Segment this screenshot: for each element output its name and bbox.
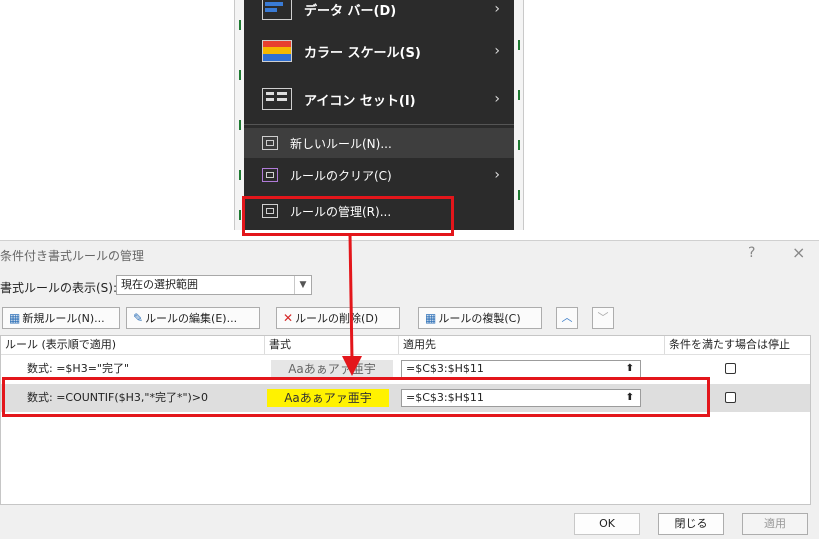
chevron-right-icon: › <box>494 1 500 17</box>
chevron-right-icon: › <box>494 167 500 183</box>
menu-item-icon-set[interactable]: アイコン セット(I) › <box>244 76 514 122</box>
move-up-button[interactable]: ︿ <box>556 307 578 329</box>
menu-item-color-scale[interactable]: カラー スケール(S) › <box>244 28 514 74</box>
chevron-right-icon: › <box>494 91 500 107</box>
new-rule-label: 新規ルール(N)... <box>22 312 105 325</box>
chevron-down-icon: ﹀ <box>597 311 609 324</box>
worksheet-edge-right <box>514 0 524 230</box>
apply-button[interactable]: 適用 <box>742 513 808 535</box>
chevron-right-icon: › <box>494 43 500 59</box>
annotation-arrow <box>342 233 362 376</box>
help-button[interactable]: ? <box>748 245 755 261</box>
new-rule-icon <box>262 136 278 150</box>
dialog-title: 条件付き書式ルールの管理 <box>0 249 145 263</box>
new-rule-button[interactable]: ▦ 新規ルール(N)... <box>2 307 120 329</box>
edit-rule-label: ルールの編集(E)... <box>145 312 238 325</box>
chevron-up-icon: ︿ <box>561 311 573 324</box>
edit-rule-icon: ✎ <box>133 311 144 325</box>
scope-select[interactable]: 現在の選択範囲 ▼ <box>116 275 312 295</box>
menu-item-label: カラー スケール(S) <box>304 45 421 61</box>
close-icon[interactable]: × <box>792 243 805 262</box>
column-header-stop-if-true: 条件を満たす場合は停止 <box>665 336 810 354</box>
clear-rules-icon <box>262 168 278 182</box>
scope-label: 書式ルールの表示(S): <box>0 281 118 295</box>
menu-item-clear-rules[interactable]: ルールのクリア(C) › <box>244 160 514 190</box>
stop-if-true-checkbox[interactable] <box>725 392 736 403</box>
icon-set-icon <box>262 88 292 110</box>
stop-if-true-checkbox[interactable] <box>725 363 736 374</box>
edit-rule-button[interactable]: ✎ ルールの編集(E)... <box>126 307 260 329</box>
menu-item-label: データ バー(D) <box>304 3 397 19</box>
data-bar-icon <box>262 0 292 20</box>
column-header-rule: ルール (表示順で適用) <box>1 336 265 354</box>
menu-item-label: ルールのクリア(C) <box>290 168 392 183</box>
new-rule-icon: ▦ <box>9 311 21 325</box>
menu-item-label: 新しいルール(N)... <box>290 136 392 151</box>
highlight-box-manage-rules <box>242 196 454 236</box>
close-button[interactable]: 閉じる <box>658 513 724 535</box>
menu-item-new-rule[interactable]: 新しいルール(N)... <box>244 128 514 158</box>
delete-icon: ✕ <box>283 311 294 325</box>
move-down-button[interactable]: ﹀ <box>592 307 614 329</box>
ok-button[interactable]: OK <box>574 513 640 535</box>
collapse-range-icon[interactable]: ⬆ <box>626 361 634 377</box>
color-scale-icon <box>262 40 292 62</box>
chevron-down-icon: ▼ <box>294 276 311 294</box>
menu-item-label: アイコン セット(I) <box>304 93 416 109</box>
scope-value: 現在の選択範囲 <box>121 278 198 291</box>
menu-divider <box>244 124 514 125</box>
